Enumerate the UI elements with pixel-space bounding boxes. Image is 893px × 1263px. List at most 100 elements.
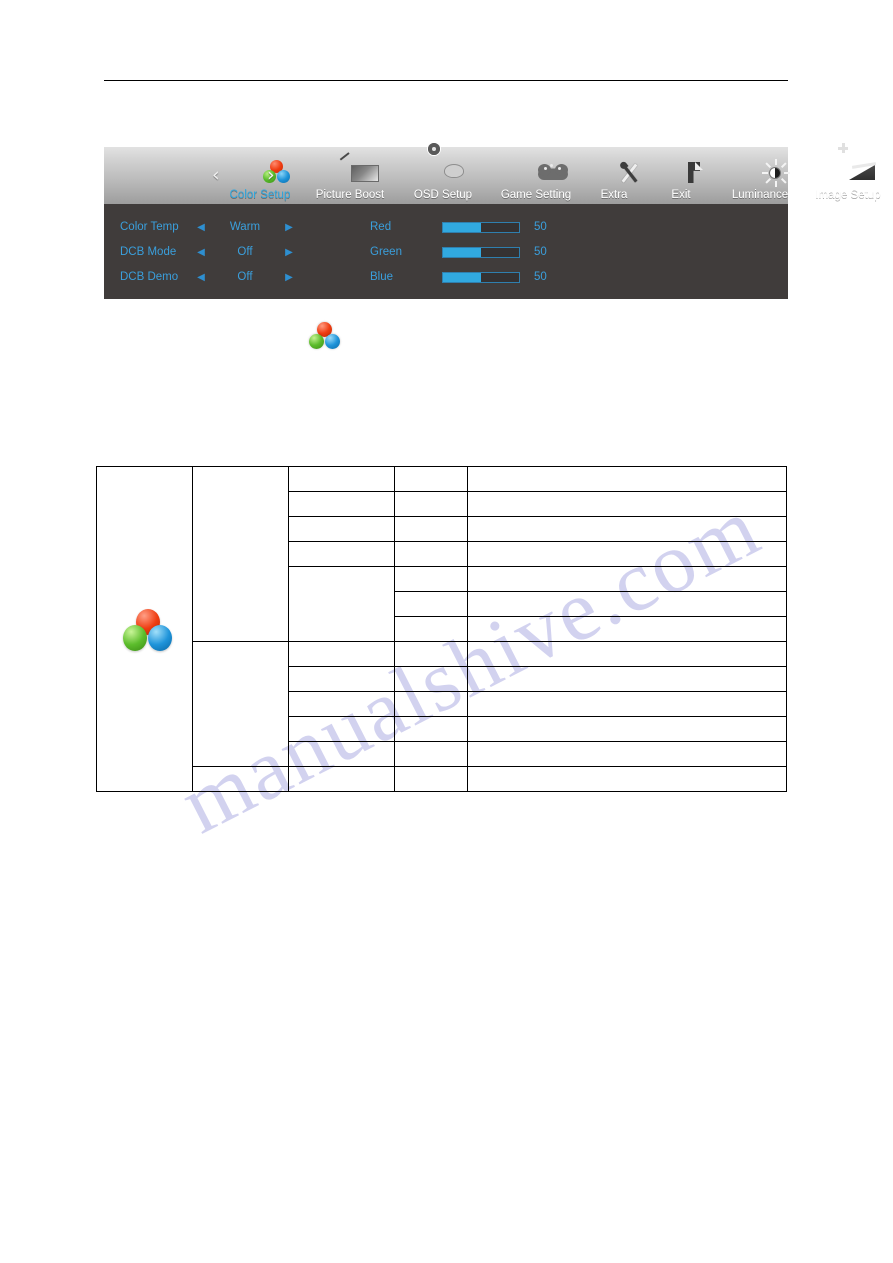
table-cell-option bbox=[394, 591, 468, 617]
menu-item-color-setup[interactable]: Color Setup bbox=[218, 158, 302, 202]
osd-settings-panel: Color Temp ◀ Warm ▶ DCB Mode ◀ Off ▶ DCB… bbox=[104, 204, 788, 299]
table-cell-description bbox=[467, 591, 787, 617]
menu-item-label: Picture Boost bbox=[315, 189, 385, 201]
table-cell-item bbox=[288, 541, 395, 567]
table-cell-option bbox=[394, 741, 468, 767]
table-cell-item bbox=[288, 566, 395, 642]
slider-row-green[interactable]: Green 50 bbox=[370, 241, 574, 263]
menu-item-osd-setup[interactable]: OSD Setup bbox=[405, 143, 481, 202]
table-cell-group bbox=[192, 641, 289, 767]
slider-label: Green bbox=[370, 246, 402, 258]
increase-arrow-icon[interactable]: ▶ bbox=[278, 222, 300, 233]
increase-arrow-icon[interactable]: ▶ bbox=[278, 247, 300, 258]
osd-setup-icon bbox=[405, 143, 481, 188]
gamepad-icon bbox=[492, 158, 580, 188]
menu-item-label: OSD Setup bbox=[413, 189, 473, 201]
table-cell-icon bbox=[96, 466, 193, 792]
green-slider[interactable] bbox=[442, 246, 520, 258]
spec-table bbox=[96, 466, 787, 792]
table-cell-option bbox=[394, 666, 468, 692]
table-cell-description bbox=[467, 741, 787, 767]
option-row-dcb-demo[interactable]: DCB Demo ◀ Off ▶ bbox=[104, 266, 300, 288]
menu-item-label: Luminance bbox=[731, 189, 789, 201]
blue-slider[interactable] bbox=[442, 271, 520, 283]
table-row bbox=[97, 641, 787, 767]
option-label: DCB Demo bbox=[120, 271, 179, 283]
table-cell-description bbox=[467, 716, 787, 742]
option-row-dcb-mode[interactable]: DCB Mode ◀ Off ▶ bbox=[104, 241, 300, 263]
menu-item-label: Color Setup bbox=[229, 189, 291, 201]
increase-arrow-icon[interactable]: ▶ bbox=[278, 272, 300, 283]
menu-item-exit[interactable]: Exit bbox=[655, 158, 707, 202]
decrease-arrow-icon[interactable]: ◀ bbox=[190, 222, 212, 233]
table-row bbox=[97, 766, 787, 792]
table-cell-item bbox=[288, 641, 395, 667]
table-cell-item bbox=[288, 491, 395, 517]
table-cell-item bbox=[288, 691, 395, 717]
table-cell-option bbox=[394, 691, 468, 717]
option-value: Off bbox=[237, 271, 253, 283]
slider-fill bbox=[443, 222, 481, 232]
table-cell-description bbox=[467, 491, 787, 517]
table-cell-option bbox=[394, 716, 468, 742]
option-row-color-temp[interactable]: Color Temp ◀ Warm ▶ bbox=[104, 216, 300, 238]
chevron-right-icon[interactable]: › bbox=[267, 166, 275, 185]
slider-fill bbox=[443, 272, 481, 282]
table-cell-item bbox=[288, 466, 395, 492]
menu-item-game-setting[interactable]: Game Setting bbox=[492, 158, 580, 202]
table-cell-option bbox=[394, 516, 468, 542]
table-cell-description bbox=[467, 766, 787, 792]
slider-row-red[interactable]: Red 50 bbox=[370, 216, 574, 238]
table-cell-group bbox=[192, 766, 289, 792]
table-cell-item bbox=[288, 766, 395, 792]
option-value: Off bbox=[237, 246, 253, 258]
rgb-balls-icon bbox=[122, 609, 172, 651]
menu-item-label: Exit bbox=[671, 189, 691, 201]
menu-item-extra[interactable]: Extra bbox=[586, 158, 642, 202]
table-cell-option bbox=[394, 616, 468, 642]
table-cell-description bbox=[467, 541, 787, 567]
table-cell-description bbox=[467, 641, 787, 667]
osd-window: Color Setup ‹ › Picture Boost OSD Setup bbox=[104, 143, 881, 299]
table-cell-description bbox=[467, 516, 787, 542]
slider-value: 50 bbox=[534, 221, 547, 233]
slider-label: Blue bbox=[370, 271, 394, 283]
slider-fill bbox=[443, 247, 481, 257]
menu-item-luminance[interactable]: Luminance bbox=[718, 158, 802, 202]
osd-menubar: Color Setup ‹ › Picture Boost OSD Setup bbox=[104, 143, 881, 204]
option-label: Color Temp bbox=[120, 221, 179, 233]
slider-value: 50 bbox=[534, 246, 547, 258]
table-cell-option bbox=[394, 566, 468, 592]
menu-item-label: Game Setting bbox=[500, 189, 572, 201]
menu-item-image-setup[interactable]: Image Setup bbox=[804, 143, 892, 202]
table-cell-option bbox=[394, 641, 468, 667]
table-cell-item bbox=[288, 666, 395, 692]
chevron-left-icon[interactable]: ‹ bbox=[212, 166, 220, 185]
option-value: Warm bbox=[229, 221, 261, 233]
table-cell-description bbox=[467, 691, 787, 717]
menu-item-picture-boost[interactable]: Picture Boost bbox=[306, 152, 394, 202]
table-cell-option bbox=[394, 541, 468, 567]
picture-boost-icon bbox=[306, 152, 394, 188]
table-cell-item bbox=[288, 741, 395, 767]
table-cell-description bbox=[467, 566, 787, 592]
slider-label: Red bbox=[370, 221, 392, 233]
slider-row-blue[interactable]: Blue 50 bbox=[370, 266, 574, 288]
image-setup-icon bbox=[804, 143, 892, 188]
brightness-sun-icon bbox=[718, 158, 802, 188]
table-cell-option bbox=[394, 466, 468, 492]
menu-item-label: Extra bbox=[600, 189, 628, 201]
table-cell-description bbox=[467, 466, 787, 492]
menu-item-label: Image Setup bbox=[815, 189, 881, 201]
red-slider[interactable] bbox=[442, 221, 520, 233]
rgb-balls-icon bbox=[218, 158, 302, 188]
table-cell-option bbox=[394, 766, 468, 792]
table-cell-item bbox=[288, 516, 395, 542]
table-cell-item bbox=[288, 716, 395, 742]
table-row bbox=[96, 466, 787, 792]
rgb-balls-icon bbox=[307, 322, 341, 352]
exit-icon bbox=[655, 158, 707, 188]
table-cell-description bbox=[467, 616, 787, 642]
decrease-arrow-icon[interactable]: ◀ bbox=[190, 272, 212, 283]
decrease-arrow-icon[interactable]: ◀ bbox=[190, 247, 212, 258]
